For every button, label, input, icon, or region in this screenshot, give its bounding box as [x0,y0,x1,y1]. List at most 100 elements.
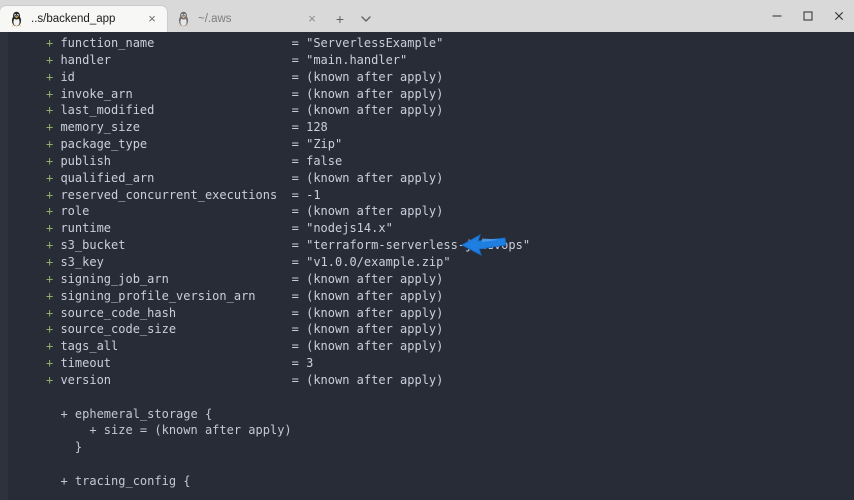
equals-sign: = [291,120,307,135]
attribute-name: reserved_concurrent_executions [60,187,292,202]
attribute-name: timeout [60,356,292,371]
equals-sign: = [291,254,307,269]
terminal-output-area[interactable]: + function_name = "ServerlessExample" + h… [0,32,854,500]
equals-sign: = [291,36,307,50]
attribute-name: handler [60,52,292,67]
equals-sign: = [291,372,307,387]
titlebar-drag-region [379,0,761,32]
equals-sign: = [291,356,307,371]
attribute-name: source_code_hash [60,305,292,320]
plus-marker: + [46,238,61,253]
terminal-line: + ephemeral_storage { [46,406,213,421]
plus-marker: + [46,322,61,337]
attribute-value: (known after apply) [306,271,444,286]
maximize-button[interactable] [792,0,823,32]
equals-sign: = [291,170,307,185]
terminal-line: + role = (known after apply) [0,203,854,220]
terminal-line: + source_code_hash = (known after apply) [0,305,854,322]
attribute-name: publish [60,153,292,168]
equals-sign: = [291,221,307,236]
attribute-value: (known after apply) [306,322,444,337]
equals-sign: = [291,69,307,84]
tab-title: ..s/backend_app [31,13,116,25]
title-bar: ..s/backend_app × ~/.aws × + [0,0,854,32]
attribute-value: (known after apply) [306,69,444,84]
minimize-button[interactable] [761,0,792,32]
attribute-name: memory_size [60,120,292,135]
attribute-value: "terraform-serverless-jrdevops" [306,238,531,253]
plus-marker: + [46,103,61,118]
terminal-line: + invoke_arn = (known after apply) [0,86,854,103]
attribute-name: s3_key [60,254,292,269]
equals-sign: = [291,305,307,320]
close-icon[interactable]: × [303,10,321,28]
equals-sign: = [291,339,307,354]
plus-marker: + [46,254,61,269]
terminal-line: + qualified_arn = (known after apply) [0,170,854,187]
terminal-line: + s3_bucket = "terraform-serverless-jrde… [0,237,854,254]
equals-sign: = [291,288,307,303]
attribute-value: "nodejs14.x" [306,221,393,236]
tab-title: ~/.aws [198,13,232,25]
attribute-value: false [306,153,343,168]
equals-sign: = [291,86,307,101]
tab-backend-app[interactable]: ..s/backend_app × [0,6,167,32]
plus-marker: + [46,339,61,354]
attribute-name: qualified_arn [60,170,292,185]
plus-marker: + [46,170,61,185]
attribute-name: signing_job_arn [60,271,292,286]
chevron-down-icon[interactable] [353,6,379,32]
terminal-window: ..s/backend_app × ~/.aws × + + function_… [0,0,854,500]
terminal-line: + timeout = 3 [0,355,854,372]
attribute-value: "main.handler" [306,52,408,67]
attribute-value: 128 [306,120,328,135]
terminal-line: + package_type = "Zip" [0,136,854,153]
equals-sign: = [291,322,307,337]
plus-marker: + [46,271,61,286]
plus-marker: + [46,120,61,135]
attribute-name: signing_profile_version_arn [60,288,292,303]
plus-marker: + [46,288,61,303]
attribute-name: id [60,69,292,84]
attribute-value: 3 [306,356,314,371]
equals-sign: = [291,271,307,286]
attribute-name: source_code_size [60,322,292,337]
terminal-line: + last_modified = (known after apply) [0,102,854,119]
window-controls [761,0,854,32]
close-icon[interactable]: × [143,10,161,28]
equals-sign: = [291,187,307,202]
attribute-name: invoke_arn [60,86,292,101]
terminal-line: + memory_size = 128 [0,119,854,136]
attribute-name: version [60,372,292,387]
attribute-value: (known after apply) [306,339,444,354]
plus-marker: + [46,204,61,219]
close-button[interactable] [823,0,854,32]
tux-penguin-icon [177,11,190,27]
terraform-plan-output: + function_name = "ServerlessExample" + h… [0,35,854,490]
new-tab-button[interactable]: + [327,6,353,32]
tab-aws[interactable]: ~/.aws × [167,6,327,32]
attribute-value: (known after apply) [306,103,444,118]
attribute-value: (known after apply) [306,204,444,219]
attribute-value: "ServerlessExample" [306,36,444,50]
attribute-name: last_modified [60,103,292,118]
equals-sign: = [291,153,307,168]
equals-sign: = [291,204,307,219]
plus-marker: + [46,372,61,387]
tab-strip: ..s/backend_app × ~/.aws × + [0,0,379,32]
terminal-line: + reserved_concurrent_executions = -1 [0,187,854,204]
terminal-line: + size = (known after apply) [46,423,292,438]
equals-sign: = [291,103,307,118]
terminal-line: + function_name = "ServerlessExample" [0,35,854,52]
terminal-line: + version = (known after apply) [0,372,854,389]
attribute-value: -1 [306,187,321,202]
terminal-line: + tags_all = (known after apply) [0,338,854,355]
attribute-name: role [60,204,292,219]
terminal-line: + s3_key = "v1.0.0/example.zip" [0,254,854,271]
attribute-value: (known after apply) [306,305,444,320]
terminal-line: + tracing_config { [46,473,191,488]
plus-marker: + [46,221,61,236]
attribute-value: "Zip" [306,137,343,152]
attribute-name: runtime [60,221,292,236]
